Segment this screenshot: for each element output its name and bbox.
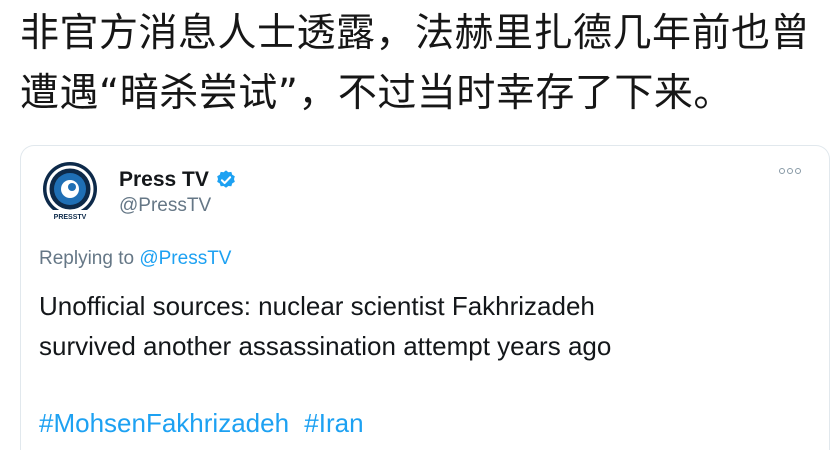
verified-badge-icon — [217, 170, 235, 188]
tweet-handle[interactable]: @PressTV — [119, 195, 211, 217]
embedded-tweet-card[interactable]: PRESSTV Press TV @PressTV Replying to @P… — [20, 145, 830, 450]
tweet-text-line-1: Unofficial sources: nuclear scientist Fa… — [39, 291, 595, 321]
avatar-logo-text: PRESSTV — [54, 214, 87, 221]
article-headline: 非官方消息人士透露，法赫里扎德几年前也曾 遭遇“暗杀尝试”，不过当时幸存了下来。 — [20, 4, 830, 124]
replying-prefix: Replying to — [39, 248, 135, 269]
hashtag-link-iran[interactable]: #Iran — [304, 408, 363, 438]
hashtag-link-mohsenfakhrizadeh[interactable]: #MohsenFakhrizadeh — [39, 408, 289, 438]
tweet-display-name[interactable]: Press TV — [119, 168, 237, 192]
tweet-text-line-2: survived another assassination attempt y… — [39, 331, 612, 361]
more-options-icon[interactable] — [779, 168, 801, 174]
replying-to-line: Replying to @PressTV — [39, 248, 231, 270]
replying-to-handle-link[interactable]: @PressTV — [139, 248, 231, 269]
presstv-avatar-icon[interactable]: PRESSTV — [39, 160, 101, 222]
hashtag-row: #MohsenFakhrizadeh #Iran — [39, 408, 372, 439]
tweet-text: Unofficial sources: nuclear scientist Fa… — [39, 286, 799, 366]
headline-line-1: 非官方消息人士透露，法赫里扎德几年前也曾 — [20, 11, 811, 56]
display-name-text[interactable]: Press TV — [119, 168, 209, 192]
headline-line-2: 遭遇“暗杀尝试”，不过当时幸存了下来。 — [20, 71, 733, 116]
